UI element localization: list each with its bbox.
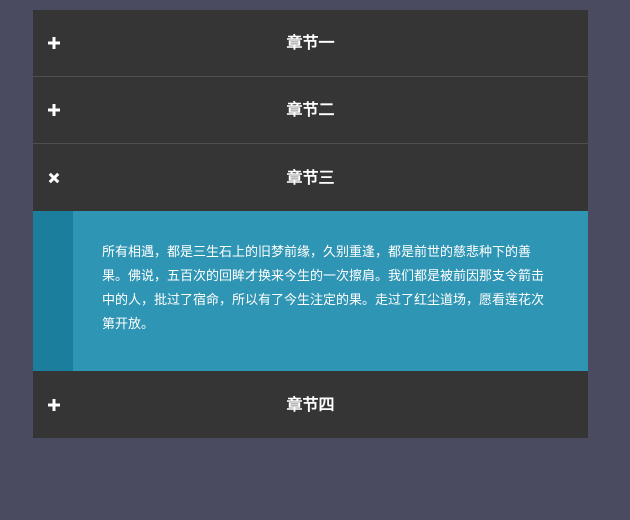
content-accent-bar bbox=[33, 211, 73, 371]
section-title: 章节二 bbox=[286, 100, 335, 119]
section-header-2[interactable]: 章节二 bbox=[33, 77, 588, 144]
section-header-1[interactable]: 章节一 bbox=[33, 10, 588, 77]
section-title: 章节三 bbox=[286, 167, 335, 187]
section-content-3: 所有相遇，都是三生石上的旧梦前缘，久别重逢，都是前世的慈悲种下的善果。佛说，五百… bbox=[33, 211, 588, 371]
section-title: 章节四 bbox=[286, 394, 335, 414]
section-header-3[interactable]: 章节三 bbox=[33, 144, 588, 211]
section-content-text: 所有相遇，都是三生石上的旧梦前缘，久别重逢，都是前世的慈悲种下的善果。佛说，五百… bbox=[102, 245, 545, 332]
section-title: 章节一 bbox=[286, 33, 335, 52]
section-header-4[interactable]: 章节四 bbox=[33, 371, 588, 438]
accordion: 章节一 章节二 章节三 所有相遇，都是三生石上的旧梦前缘，久别重逢，都是前世的慈… bbox=[33, 10, 588, 438]
